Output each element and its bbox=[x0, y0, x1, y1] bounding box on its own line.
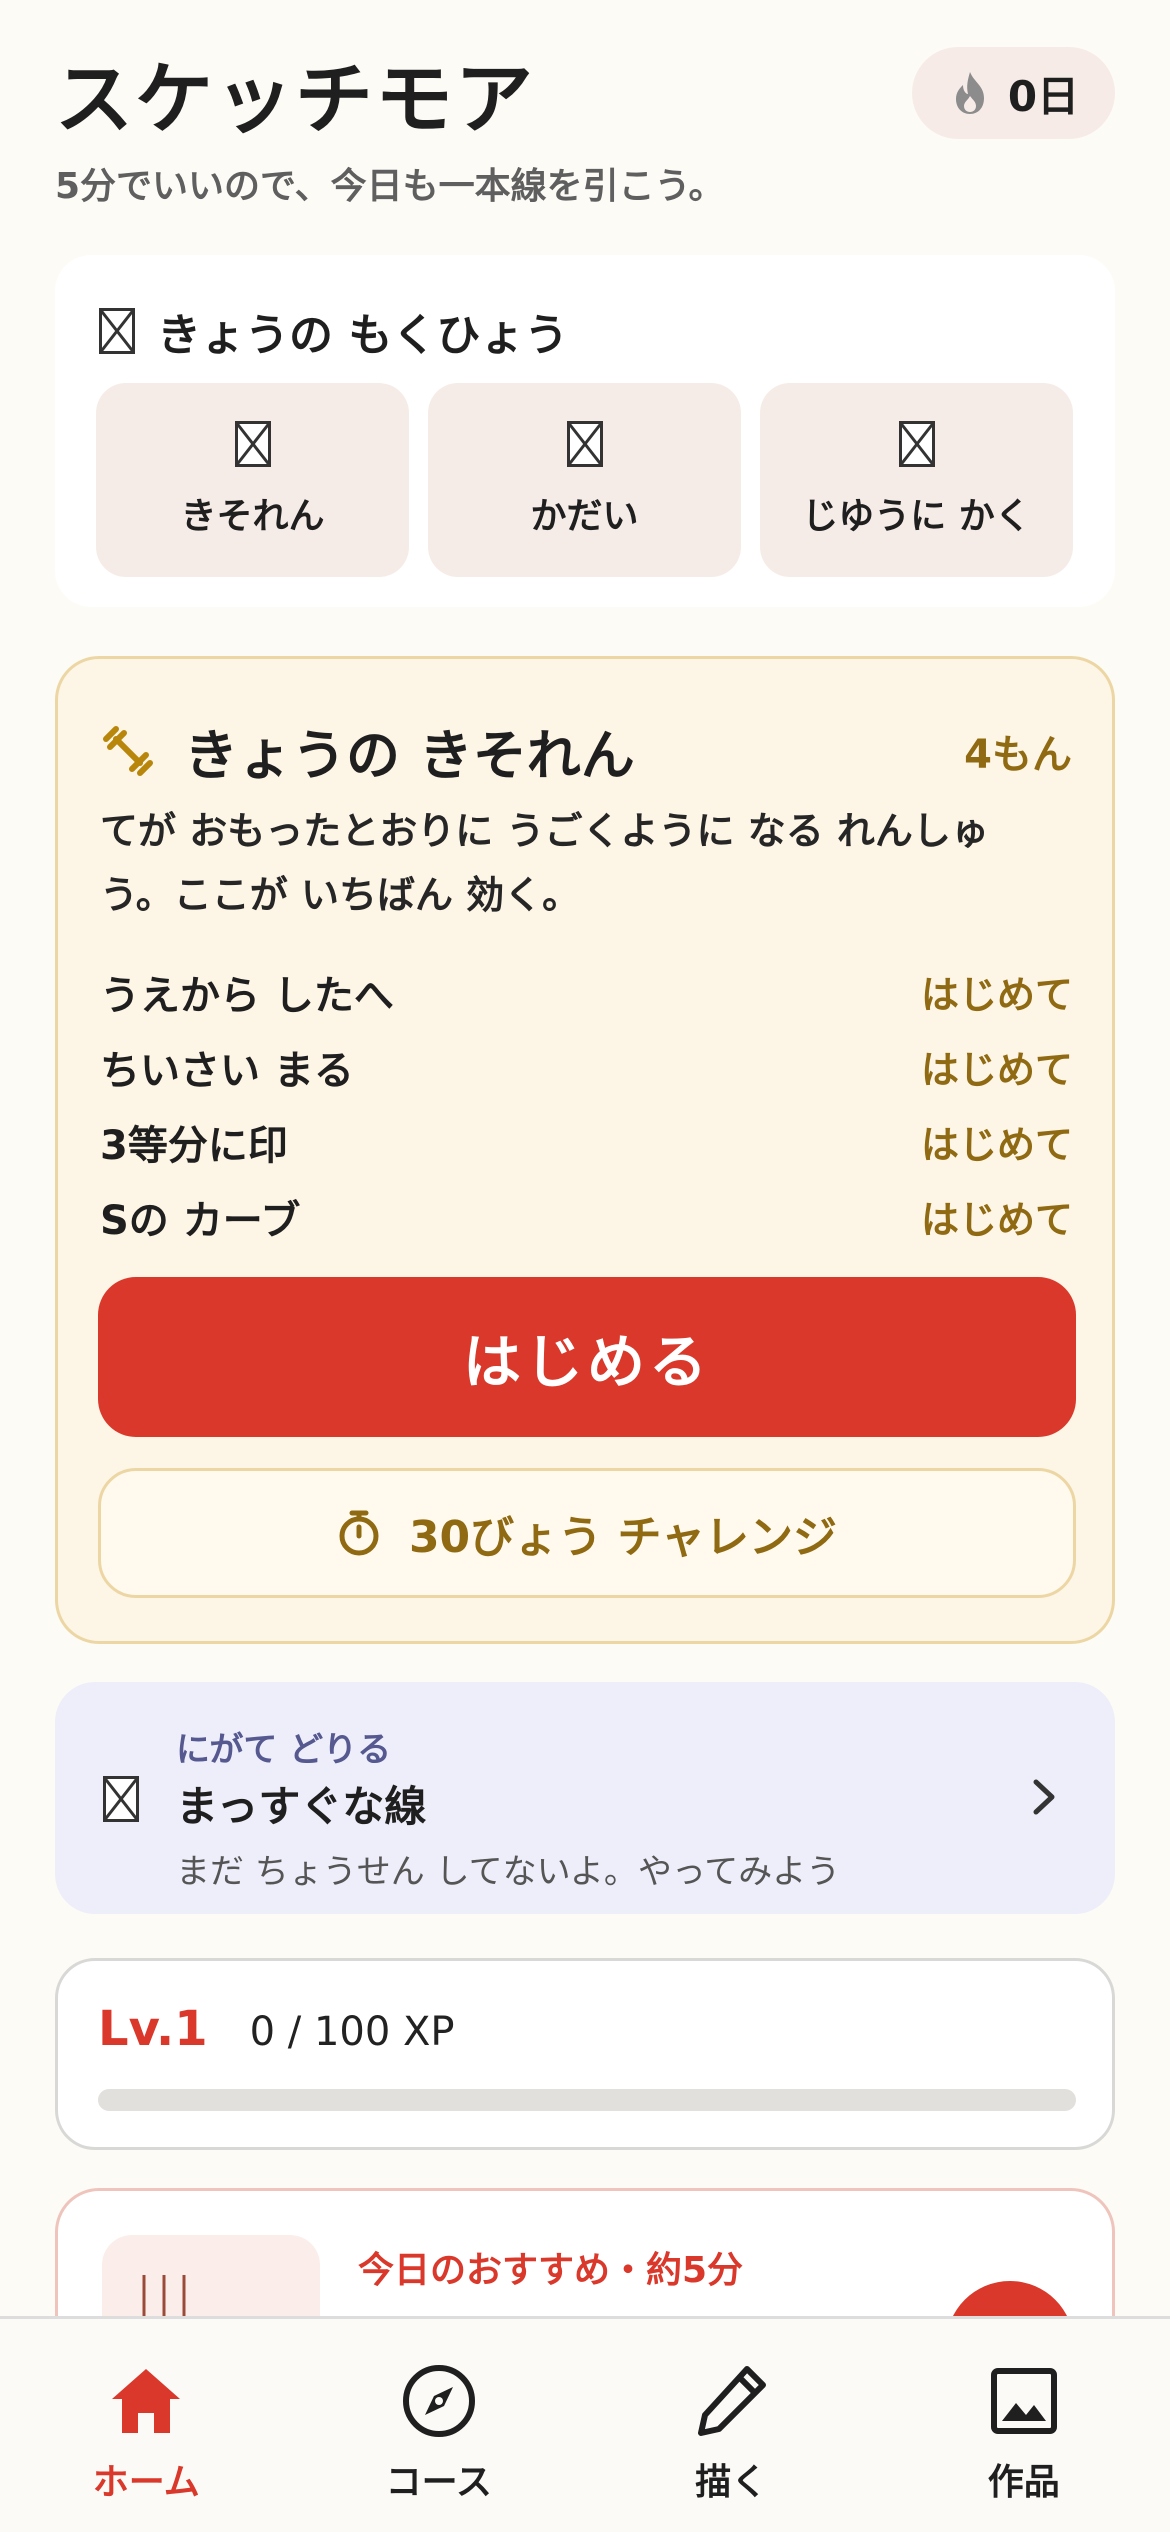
goal-tile-free-draw[interactable]: じゆうに かく bbox=[760, 383, 1073, 577]
exercise-row[interactable]: うえから したへ はじめて bbox=[100, 954, 1073, 1029]
practice-title: きょうの きそれん bbox=[184, 724, 635, 787]
nav-label: コース bbox=[385, 2462, 492, 2503]
goal-tile-label: きそれん bbox=[180, 496, 325, 537]
stopwatch-icon bbox=[339, 1510, 379, 1556]
weakness-tag: にがて どりる bbox=[176, 1730, 392, 1770]
level-label: Lv.1 bbox=[98, 2001, 208, 2057]
goal-tiles: きそれん かだい じゆうに かく bbox=[96, 383, 1073, 577]
pencil-icon bbox=[698, 2366, 767, 2436]
image-icon bbox=[990, 2368, 1057, 2434]
practice-description: てが おもったとおりに うごくように なる れんしゅう。ここが いちばん 効く。 bbox=[100, 809, 989, 917]
practice-count: 4もん bbox=[964, 731, 1072, 778]
nav-item-draw[interactable]: 描く bbox=[585, 2319, 878, 2532]
basics-icon bbox=[234, 421, 271, 467]
weakness-title: まっすぐな線 bbox=[176, 1782, 427, 1831]
nav-item-gallery[interactable]: 作品 bbox=[878, 2319, 1170, 2532]
goal-icon bbox=[99, 308, 135, 354]
exercise-name: 3等分に印 bbox=[100, 1122, 288, 1169]
recommendation-label: 今日のおすすめ・約5分 bbox=[358, 2250, 744, 2291]
goal-tile-assignment[interactable]: かだい bbox=[428, 383, 741, 577]
nav-label: 作品 bbox=[987, 2462, 1060, 2503]
dumbbell-icon bbox=[103, 725, 153, 776]
weakness-subtitle: まだ ちょうせん してないよ。やってみよう bbox=[176, 1852, 841, 1892]
exercise-status: はじめて bbox=[920, 973, 1073, 1017]
goal-tile-basics[interactable]: きそれん bbox=[96, 383, 409, 577]
exercise-name: Sの カーブ bbox=[100, 1197, 301, 1244]
nav-label: 描く bbox=[695, 2462, 768, 2503]
exercise-row[interactable]: 3等分に印 はじめて bbox=[100, 1104, 1073, 1179]
weakness-texts: にがて どりる まっすぐな線 まだ ちょうせん してないよ。やってみよう bbox=[176, 1722, 840, 1893]
xp-text: 0 / 100 XP bbox=[249, 2009, 455, 2055]
practice-heading: きょうの きそれん 4もん bbox=[102, 711, 1072, 790]
exercise-row[interactable]: ちいさい まる はじめて bbox=[100, 1029, 1073, 1104]
flame-icon bbox=[955, 72, 984, 114]
nav-label: ホーム bbox=[92, 2462, 200, 2503]
goal-tile-label: かだい bbox=[530, 496, 639, 537]
exercise-list: うえから したへ はじめて ちいさい まる はじめて 3等分に印 はじめて Sの… bbox=[100, 954, 1073, 1254]
free-draw-icon bbox=[898, 421, 935, 467]
exercise-status: はじめて bbox=[920, 1198, 1073, 1242]
level-card: Lv.1 0 / 100 XP bbox=[55, 1958, 1115, 2150]
goal-heading: きょうの もくひょう bbox=[99, 299, 568, 363]
exercise-status: はじめて bbox=[920, 1123, 1073, 1167]
compass-icon bbox=[402, 2365, 475, 2437]
chevron-right-icon bbox=[1033, 1779, 1055, 1815]
xp-progress-bar bbox=[98, 2089, 1076, 2111]
bottom-nav: ホーム コース 描く 作品 bbox=[0, 2316, 1170, 2532]
exercise-status: はじめて bbox=[920, 1048, 1073, 1092]
assignment-icon bbox=[566, 421, 603, 467]
nav-item-course[interactable]: コース bbox=[293, 2319, 586, 2532]
weakness-drill-card[interactable]: にがて どりる まっすぐな線 まだ ちょうせん してないよ。やってみよう bbox=[55, 1682, 1115, 1914]
goal-title: きょうの もくひょう bbox=[157, 310, 569, 361]
start-button[interactable]: はじめる bbox=[98, 1277, 1076, 1437]
nav-item-home[interactable]: ホーム bbox=[0, 2319, 293, 2532]
daily-goal-card: きょうの もくひょう きそれん かだい じゆうに かく bbox=[55, 255, 1115, 607]
streak-days: 0日 bbox=[1007, 71, 1080, 121]
weakness-icon bbox=[103, 1776, 139, 1822]
home-screen: スケッチモア 5分でいいので、今日も一本線を引こう。 0日 きょうの もくひょう… bbox=[0, 0, 1170, 2532]
level-row: Lv.1 0 / 100 XP bbox=[98, 2001, 455, 2057]
challenge-label: 30びょう チャレンジ bbox=[408, 1512, 838, 1563]
header: スケッチモア 5分でいいので、今日も一本線を引こう。 0日 bbox=[55, 45, 1115, 209]
exercise-row[interactable]: Sの カーブ はじめて bbox=[100, 1179, 1073, 1254]
streak-badge[interactable]: 0日 bbox=[912, 47, 1115, 139]
goal-tile-label: じゆうに かく bbox=[802, 496, 1031, 537]
exercise-name: ちいさい まる bbox=[100, 1047, 354, 1094]
exercise-name: うえから したへ bbox=[100, 972, 394, 1019]
daily-practice-card: きょうの きそれん 4もん てが おもったとおりに うごくように なる れんしゅ… bbox=[55, 656, 1115, 1644]
home-icon bbox=[112, 2369, 181, 2433]
challenge-button[interactable]: 30びょう チャレンジ bbox=[98, 1468, 1076, 1598]
subtitle: 5分でいいので、今日も一本線を引こう。 bbox=[55, 166, 725, 207]
